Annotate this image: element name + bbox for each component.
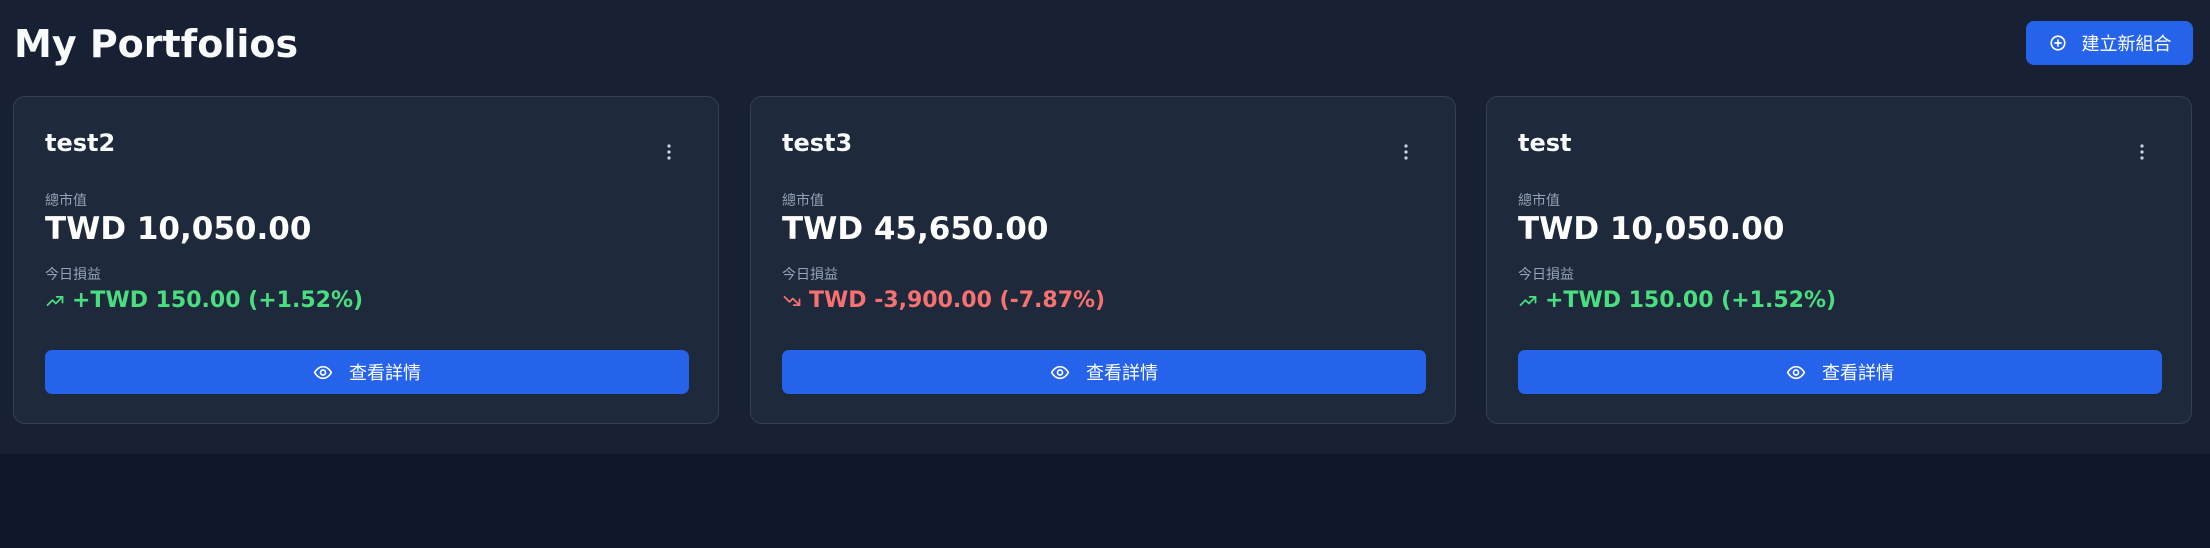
view-details-label: 查看詳情 bbox=[1086, 363, 1158, 384]
portfolio-name: test bbox=[1518, 129, 1572, 157]
market-value-label: 總市值 bbox=[45, 193, 87, 209]
today-pnl-value: TWD -3,900.00 (-7.87%) bbox=[809, 288, 1106, 313]
today-pnl-value: +TWD 150.00 (+1.52%) bbox=[72, 288, 364, 313]
today-pnl: TWD -3,900.00 (-7.87%) bbox=[782, 286, 1105, 316]
trending-up-icon bbox=[45, 291, 65, 311]
view-details-label: 查看詳情 bbox=[1822, 363, 1894, 384]
portfolio-card-list: test2 總市值 TWD 10,050.00 今日損益 +TWD 150.00… bbox=[13, 96, 2199, 426]
today-pnl: +TWD 150.00 (+1.52%) bbox=[1518, 286, 1836, 316]
market-value: TWD 45,650.00 bbox=[782, 211, 1049, 247]
eye-icon bbox=[1050, 362, 1070, 382]
market-value: TWD 10,050.00 bbox=[1518, 211, 1785, 247]
today-pnl-label: 今日損益 bbox=[45, 267, 101, 283]
vertical-dots-icon bbox=[2140, 144, 2144, 160]
view-details-button[interactable]: 查看詳情 bbox=[45, 350, 689, 394]
eye-icon bbox=[1786, 362, 1806, 382]
create-portfolio-label: 建立新組合 bbox=[2081, 34, 2172, 55]
portfolio-card: test 總市值 TWD 10,050.00 今日損益 +TWD 150.00 … bbox=[1486, 96, 2192, 424]
market-value: TWD 10,050.00 bbox=[45, 211, 312, 247]
view-details-button[interactable]: 查看詳情 bbox=[1518, 350, 2162, 394]
today-pnl: +TWD 150.00 (+1.52%) bbox=[45, 286, 363, 316]
portfolio-name: test3 bbox=[782, 129, 853, 157]
plus-circle-icon bbox=[2048, 33, 2068, 53]
vertical-dots-icon bbox=[667, 144, 671, 160]
trending-down-icon bbox=[782, 291, 802, 311]
view-details-button[interactable]: 查看詳情 bbox=[782, 350, 1426, 394]
more-options-button[interactable] bbox=[660, 142, 678, 162]
portfolio-dashboard: My Portfolios 建立新組合 test2 總市值 TWD 10,050… bbox=[0, 0, 2210, 454]
view-details-label: 查看詳情 bbox=[349, 363, 421, 384]
more-options-button[interactable] bbox=[1397, 142, 1415, 162]
portfolio-name: test2 bbox=[45, 129, 116, 157]
eye-icon bbox=[313, 362, 333, 382]
trending-up-icon bbox=[1518, 291, 1538, 311]
market-value-label: 總市值 bbox=[782, 193, 824, 209]
create-portfolio-button[interactable]: 建立新組合 bbox=[2026, 21, 2193, 65]
market-value-label: 總市值 bbox=[1518, 193, 1560, 209]
today-pnl-label: 今日損益 bbox=[782, 267, 838, 283]
page-title: My Portfolios bbox=[14, 22, 299, 66]
today-pnl-value: +TWD 150.00 (+1.52%) bbox=[1545, 288, 1837, 313]
vertical-dots-icon bbox=[1404, 144, 1408, 160]
more-options-button[interactable] bbox=[2133, 142, 2151, 162]
portfolio-card: test2 總市值 TWD 10,050.00 今日損益 +TWD 150.00… bbox=[13, 96, 719, 424]
today-pnl-label: 今日損益 bbox=[1518, 267, 1574, 283]
portfolio-card: test3 總市值 TWD 45,650.00 今日損益 TWD -3,900.… bbox=[750, 96, 1456, 424]
